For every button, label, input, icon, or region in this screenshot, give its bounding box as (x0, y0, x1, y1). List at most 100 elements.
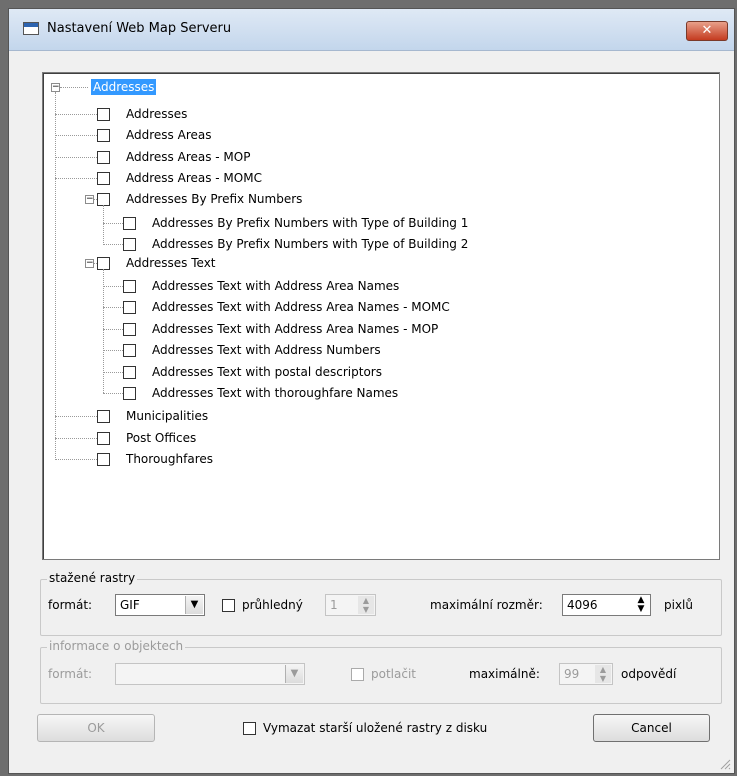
clear-cache-checkbox[interactable] (243, 722, 256, 735)
layer-checkbox[interactable] (123, 322, 136, 336)
objects-format-select[interactable]: ▼ (115, 663, 305, 685)
raster-group-legend: stažené rastry (47, 571, 138, 585)
tree-item[interactable]: Address Areas - MOP (97, 148, 250, 166)
window-title: Nastavení Web Map Serveru (47, 21, 232, 36)
tree-item[interactable]: Addresses Text with thoroughfare Names (123, 384, 398, 402)
max-size-spinner[interactable]: 4096 ▲ ▼ (562, 594, 651, 616)
ok-button[interactable]: OK (37, 714, 155, 742)
tree-item[interactable]: Post Offices (97, 429, 196, 447)
tree-item[interactable]: Address Areas - MOMC (97, 169, 262, 187)
resize-grip-icon[interactable] (719, 758, 731, 770)
tree-item-label: Address Areas (126, 128, 212, 142)
layer-checkbox[interactable] (123, 300, 136, 314)
tree-item-label: Municipalities (126, 409, 209, 423)
close-button[interactable]: ✕ (686, 21, 728, 41)
cancel-button[interactable]: Cancel (593, 714, 710, 742)
objects-format-label: formát: (48, 667, 93, 681)
tree-item-label: Addresses Text with postal descriptors (152, 365, 382, 379)
layer-checkbox[interactable] (97, 192, 110, 206)
tree-connector (103, 307, 123, 308)
tree-root-addresses[interactable]: Addresses (91, 79, 157, 95)
layer-checkbox[interactable] (97, 431, 110, 445)
layer-checkbox[interactable] (97, 150, 110, 164)
layer-checkbox[interactable] (123, 216, 136, 230)
tree-item-label: Addresses Text (126, 256, 216, 270)
transparency-value: 1 (330, 598, 338, 612)
tree-item[interactable]: Addresses Text with postal descriptors (123, 363, 382, 381)
collapse-icon[interactable]: − (85, 195, 94, 204)
tree-connector (103, 329, 123, 330)
tree-connector (103, 269, 104, 393)
tree-item-label: Addresses Text with Address Area Names -… (152, 322, 439, 336)
layer-checkbox[interactable] (97, 256, 110, 270)
layer-checkbox[interactable] (123, 237, 136, 251)
collapse-icon[interactable]: − (51, 83, 60, 92)
tree-item[interactable]: Addresses Text with Address Area Names -… (123, 320, 438, 338)
raster-format-value: GIF (120, 598, 140, 612)
raster-format-label: formát: (48, 598, 93, 612)
tree-item[interactable]: Addresses By Prefix Numbers with Type of… (123, 235, 468, 253)
tree-item[interactable]: Thoroughfares (97, 450, 213, 468)
layer-checkbox[interactable] (123, 365, 136, 379)
chevron-down-icon[interactable]: ▼ (285, 665, 303, 683)
layer-checkbox[interactable] (97, 107, 110, 121)
tree-item[interactable]: Addresses (97, 105, 187, 123)
tree-connector (55, 114, 97, 115)
max-responses-value: 99 (564, 667, 580, 681)
max-size-value: 4096 (567, 598, 598, 612)
tree-item-label: Addresses Text with Address Area Names -… (152, 300, 450, 314)
layer-checkbox[interactable] (123, 279, 136, 293)
layer-tree[interactable]: − Addresses Addresses Address Areas Addr… (42, 72, 720, 560)
collapse-icon[interactable]: − (85, 259, 94, 268)
app-window-icon (23, 22, 39, 35)
layer-checkbox[interactable] (97, 171, 110, 185)
tree-item-label: Address Areas - MOP (126, 150, 251, 164)
tree-item-label: Addresses By Prefix Numbers with Type of… (152, 216, 469, 230)
tree-item[interactable]: Municipalities (97, 407, 208, 425)
tree-connector (103, 350, 123, 351)
tree-item-label: Addresses Text with Address Area Names (152, 279, 400, 293)
tree-connector (55, 178, 97, 179)
spin-arrows-icon[interactable]: ▲ ▼ (358, 596, 374, 614)
transparent-label: průhledný (242, 598, 303, 612)
max-size-label: maximální rozměr: (430, 598, 543, 612)
transparent-checkbox[interactable] (222, 599, 235, 612)
tree-item[interactable]: Addresses Text with Address Area Names (123, 277, 399, 295)
title-bar[interactable]: Nastavení Web Map Serveru ✕ (9, 9, 734, 51)
layer-checkbox[interactable] (97, 128, 110, 142)
pixels-unit-label: pixlů (664, 598, 693, 612)
tree-item[interactable]: Addresses By Prefix Numbers with Type of… (123, 214, 468, 232)
layer-checkbox[interactable] (97, 409, 110, 423)
tree-item-label: Addresses By Prefix Numbers (126, 192, 303, 206)
responses-unit-label: odpovědí (621, 667, 677, 681)
clear-cache-label: Vymazat starší uložené rastry z disku (263, 721, 488, 735)
tree-item[interactable]: Address Areas (97, 126, 211, 144)
chevron-down-icon[interactable]: ▼ (185, 596, 203, 614)
spin-arrows-icon[interactable]: ▲ ▼ (633, 596, 649, 614)
tree-connector (55, 135, 97, 136)
raster-format-select[interactable]: GIF ▼ (115, 594, 205, 616)
suppress-checkbox[interactable] (351, 668, 364, 681)
tree-item[interactable]: Addresses Text with Address Area Names -… (123, 298, 450, 316)
tree-connector (55, 157, 97, 158)
tree-item-label: Thoroughfares (126, 452, 213, 466)
layer-checkbox[interactable] (123, 386, 136, 400)
layer-checkbox[interactable] (97, 452, 110, 466)
tree-connector (103, 393, 123, 394)
tree-item-label: Addresses Text with Address Numbers (152, 343, 381, 357)
spin-arrows-icon[interactable]: ▲ ▼ (595, 665, 611, 683)
tree-connector (103, 286, 123, 287)
tree-item[interactable]: Addresses Text with Address Numbers (123, 341, 381, 359)
tree-item[interactable]: Addresses By Prefix Numbers (97, 190, 302, 208)
transparency-spinner[interactable]: 1 ▲ ▼ (325, 594, 376, 616)
suppress-label: potlačit (371, 667, 416, 681)
tree-connector (55, 438, 97, 439)
layer-checkbox[interactable] (123, 343, 136, 357)
tree-connector (103, 372, 123, 373)
tree-connector (60, 87, 88, 88)
tree-connector (55, 416, 97, 417)
max-responses-spinner[interactable]: 99 ▲ ▼ (559, 663, 613, 685)
tree-item[interactable]: Addresses Text (97, 254, 216, 272)
tree-item-label: Address Areas - MOMC (126, 171, 262, 185)
dialog-window: Nastavení Web Map Serveru ✕ − Addresses … (8, 8, 735, 774)
